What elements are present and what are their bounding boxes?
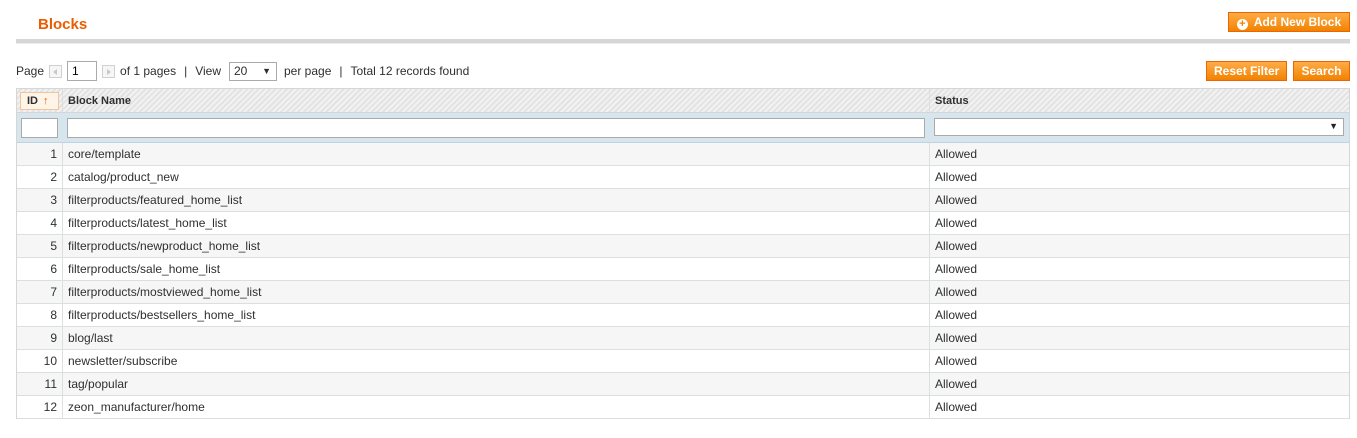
column-header-id-label: ID — [27, 95, 38, 107]
row-status-cell: Allowed — [935, 193, 978, 207]
per-page-value: 20 — [234, 63, 248, 78]
pager-separator: | — [339, 64, 343, 78]
row-status-cell: Allowed — [935, 308, 978, 322]
table-row[interactable]: 11 tag/popular Allowed — [17, 373, 1349, 396]
row-block-name-cell: newsletter/subscribe — [63, 350, 930, 372]
row-block-name-cell: tag/popular — [63, 373, 930, 395]
table-row[interactable]: 3 filterproducts/featured_home_list Allowe… — [17, 189, 1349, 212]
per-page-label: per page — [284, 64, 332, 78]
reset-filter-button[interactable]: Reset Filter — [1206, 61, 1287, 81]
of-pages-text: of 1 pages — [120, 64, 177, 78]
column-header-id[interactable]: ID ↑ — [17, 89, 63, 112]
plus-circle-icon: + — [1236, 19, 1248, 30]
row-id-cell: 5 — [17, 235, 63, 257]
chevron-down-icon: ▼ — [262, 65, 271, 76]
row-block-name-cell: filterproducts/bestsellers_home_list — [63, 304, 930, 326]
table-row[interactable]: 7 filterproducts/mostviewed_home_list Allo… — [17, 281, 1349, 304]
row-status-cell: Allowed — [935, 377, 978, 391]
id-filter-input[interactable] — [21, 118, 58, 138]
row-block-name-cell: core/template — [63, 143, 930, 165]
column-header-block-name[interactable]: Block Name — [63, 89, 930, 112]
table-row[interactable]: 12 zeon_manufacturer/home Allowed — [17, 396, 1349, 419]
table-row[interactable]: 1 core/template Allowed — [17, 143, 1349, 166]
row-block-name-cell: zeon_manufacturer/home — [63, 396, 930, 418]
table-row[interactable]: 10 newsletter/subscribe Allowed — [17, 350, 1349, 373]
row-status-cell: Allowed — [935, 147, 978, 161]
pager-separator: | — [184, 64, 188, 78]
total-records-text: Total 12 records found — [350, 64, 470, 78]
page-label: Page — [16, 64, 45, 78]
row-id-cell: 3 — [17, 189, 63, 211]
pager: Page of 1 pages | View 20 ▼ per page | To… — [16, 61, 469, 81]
row-id-cell: 2 — [17, 166, 63, 188]
block-name-filter-input[interactable] — [67, 118, 925, 138]
row-id-cell: 9 — [17, 327, 63, 349]
column-header-status[interactable]: Status — [930, 89, 1349, 112]
table-row[interactable]: 8 filterproducts/bestsellers_home_list All… — [17, 304, 1349, 327]
next-page-arrow-icon[interactable] — [102, 64, 116, 78]
view-label: View — [195, 64, 221, 78]
row-block-name-cell: filterproducts/featured_home_list — [63, 189, 930, 211]
table-row[interactable]: 5 filterproducts/newproduct_home_list Allo… — [17, 235, 1349, 258]
row-status-cell: Allowed — [935, 400, 978, 414]
table-row[interactable]: 2 catalog/product_new Allowed — [17, 166, 1349, 189]
row-id-cell: 10 — [17, 350, 63, 372]
row-id-cell: 6 — [17, 258, 63, 280]
status-filter-select[interactable]: ▼ — [934, 118, 1344, 136]
sort-ascending-icon: ↑ — [43, 95, 49, 107]
row-id-cell: 11 — [17, 373, 63, 395]
table-row[interactable]: 6 filterproducts/sale_home_list Allowed — [17, 258, 1349, 281]
row-status-cell: Allowed — [935, 170, 978, 184]
row-id-cell: 7 — [17, 281, 63, 303]
row-status-cell: Allowed — [935, 262, 978, 276]
row-block-name-cell: filterproducts/sale_home_list — [63, 258, 930, 280]
search-button[interactable]: Search — [1293, 61, 1350, 81]
row-block-name-cell: catalog/product_new — [63, 166, 930, 188]
previous-page-arrow-icon[interactable] — [49, 64, 63, 78]
row-block-name-cell: blog/last — [63, 327, 930, 349]
row-id-cell: 4 — [17, 212, 63, 234]
row-status-cell: Allowed — [935, 354, 978, 368]
row-block-name-cell: filterproducts/latest_home_list — [63, 212, 930, 234]
chevron-down-icon: ▼ — [1329, 121, 1338, 131]
per-page-select[interactable]: 20 ▼ — [229, 61, 277, 81]
row-block-name-cell: filterproducts/mostviewed_home_list — [63, 281, 930, 303]
blocks-grid: ID ↑ Block Name Status ▼ 1 core/template Al… — [16, 88, 1350, 419]
row-status-cell: Allowed — [935, 239, 978, 253]
header-divider — [16, 39, 1350, 44]
row-status-cell: Allowed — [935, 216, 978, 230]
row-block-name-cell: filterproducts/newproduct_home_list — [63, 235, 930, 257]
row-id-cell: 8 — [17, 304, 63, 326]
add-new-block-label: Add New Block — [1253, 15, 1342, 29]
table-row[interactable]: 9 blog/last Allowed — [17, 327, 1349, 350]
row-status-cell: Allowed — [935, 331, 978, 345]
page-title: Blocks — [38, 16, 88, 33]
add-new-block-button[interactable]: + Add New Block — [1228, 12, 1350, 32]
page-number-input[interactable] — [67, 61, 98, 81]
grid-body: 1 core/template Allowed 2 catalog/product_ne… — [17, 143, 1349, 419]
table-row[interactable]: 4 filterproducts/latest_home_list Allowed — [17, 212, 1349, 235]
grid-header-row: ID ↑ Block Name Status — [17, 89, 1349, 113]
row-id-cell: 12 — [17, 396, 63, 418]
grid-filter-row: ▼ — [17, 113, 1349, 143]
row-status-cell: Allowed — [935, 285, 978, 299]
row-id-cell: 1 — [17, 143, 63, 165]
